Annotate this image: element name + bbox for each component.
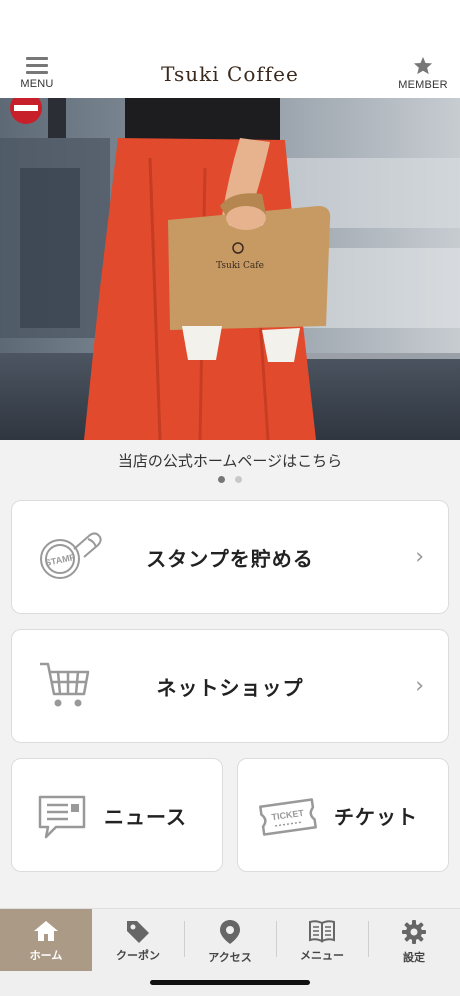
carousel-indicator[interactable] [0, 476, 460, 483]
tab-menu[interactable]: メニュー [276, 909, 368, 971]
tab-access-label: アクセス [208, 951, 252, 964]
map-pin-icon [220, 920, 240, 944]
tab-access[interactable]: アクセス [184, 909, 276, 971]
net-shop-card-title: ネットショップ [156, 675, 304, 700]
tab-settings-label: 設定 [403, 951, 425, 964]
ticket-card-title: チケット [334, 804, 418, 829]
home-icon [34, 921, 58, 941]
member-label: MEMBER [398, 79, 448, 91]
book-icon [309, 920, 335, 943]
tag-icon [127, 921, 149, 943]
hero-banner[interactable]: Tsuki Cafe [0, 98, 460, 440]
home-indicator[interactable] [150, 980, 310, 985]
chevron-right-icon: › [415, 544, 424, 570]
net-shop-card[interactable]: ネットショップ › [11, 629, 449, 743]
member-button[interactable]: MEMBER [388, 56, 458, 96]
tab-home-label: ホーム [29, 949, 63, 962]
tab-settings[interactable]: 設定 [368, 909, 460, 971]
tab-home[interactable]: ホーム [0, 909, 92, 971]
star-icon [413, 56, 433, 75]
news-icon [38, 795, 86, 839]
hero-photo: Tsuki Cafe [0, 98, 460, 440]
app-header: MENU Tsuki Coffee MEMBER [0, 0, 460, 98]
tab-coupon[interactable]: クーポン [92, 909, 184, 971]
news-card-title: ニュース [104, 804, 187, 829]
ticket-icon-text: TICKET [271, 808, 305, 822]
chevron-right-icon: › [415, 673, 424, 699]
gear-icon [402, 920, 426, 944]
ticket-icon: TICKET [259, 798, 317, 836]
carousel-dot[interactable] [235, 476, 242, 483]
hero-caption[interactable]: 当店の公式ホームページはこちら [0, 450, 460, 471]
tab-menu-label: メニュー [300, 949, 344, 962]
tab-coupon-label: クーポン [116, 949, 160, 962]
news-card[interactable]: ニュース [11, 758, 223, 872]
carousel-dot[interactable] [218, 476, 225, 483]
stamp-card[interactable]: STAMP スタンプを貯める › [11, 500, 449, 614]
ticket-card[interactable]: TICKET チケット [237, 758, 449, 872]
stamp-card-title: スタンプを貯める [146, 546, 314, 571]
bag-logo-text: Tsuki Cafe [216, 261, 264, 271]
